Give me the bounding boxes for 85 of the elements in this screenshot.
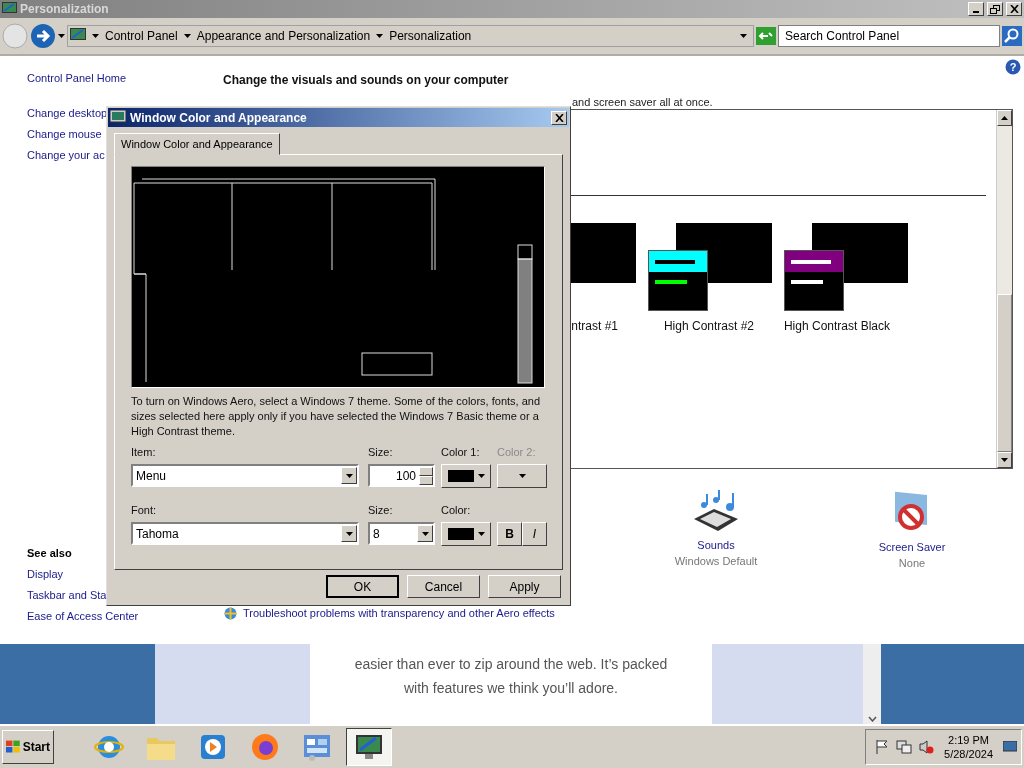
windows-flag-icon <box>6 740 21 754</box>
sidebar-link[interactable]: Control Panel Home <box>27 68 222 89</box>
scrollbar[interactable] <box>863 644 881 724</box>
field-label: Color 2: <box>497 446 537 460</box>
setting-value: None <box>898 557 926 569</box>
caret-icon <box>477 474 485 478</box>
setting-link[interactable]: Screen Saver <box>878 541 946 553</box>
field-label: Size: <box>368 504 394 518</box>
caret-icon <box>183 34 191 38</box>
close-button[interactable] <box>1006 2 1022 16</box>
theme-name[interactable]: High Contrast Black <box>783 319 890 333</box>
media-player-icon <box>199 733 227 761</box>
start-button[interactable]: Start <box>2 730 54 764</box>
dialog-button[interactable]: Cancel <box>407 575 480 598</box>
see-also-heading: See also <box>27 546 73 561</box>
breadcrumb[interactable]: Appearance and Personalization <box>196 29 371 43</box>
theme-preview[interactable] <box>648 223 772 313</box>
search-icon[interactable] <box>1002 26 1022 46</box>
troubleshoot-link[interactable]: Troubleshoot problems with transparency and other Aero effects <box>243 603 555 624</box>
field-label: Color: <box>441 504 472 518</box>
clock-time: 2:19 PM <box>948 733 989 747</box>
restore-icon <box>990 4 1000 14</box>
font-size-dropdown[interactable]: 8 <box>368 522 435 545</box>
personalization-icon <box>2 2 17 16</box>
clock-date: 5/28/2024 <box>944 747 993 761</box>
close-icon <box>1009 5 1019 13</box>
help-icon[interactable]: ? <box>1005 59 1021 75</box>
setting-value: Windows Default <box>674 555 758 567</box>
intro-text: and screen saver all at once. <box>572 96 714 108</box>
info-text: To turn on Windows Aero, select a Windows 7 theme. Some of the colors, fonts, and sizes selected here apply only if you have selected the Windows 7 Basic theme or a High Contrast theme. <box>131 394 542 439</box>
close-icon <box>554 113 564 122</box>
color-picker-button[interactable] <box>441 522 491 546</box>
restore-button[interactable] <box>987 2 1003 16</box>
tab[interactable]: Window Color and Appearance <box>114 133 280 155</box>
caret-icon <box>92 34 99 38</box>
display-icon <box>110 109 126 126</box>
taskbar-app[interactable] <box>346 728 392 766</box>
monitor-icon <box>354 732 384 762</box>
bold-button[interactable]: B <box>497 522 522 546</box>
history-caret-icon <box>58 34 65 38</box>
minimize-button[interactable] <box>968 2 984 16</box>
field-label: Item: <box>131 446 157 460</box>
see-also-link[interactable]: Ease of Access Center <box>27 606 222 627</box>
window-title: Personalization <box>20 2 110 16</box>
up-arrow-icon <box>1001 116 1008 120</box>
caret-icon <box>376 34 384 38</box>
control-panel-icon <box>302 732 332 762</box>
font-dropdown[interactable]: Tahoma <box>131 522 359 545</box>
muted-speaker-icon[interactable] <box>918 739 935 755</box>
field-label: Size: <box>368 446 394 460</box>
dialog-title: Window Color and Appearance <box>130 110 308 125</box>
dropdown-caret-icon <box>740 34 747 38</box>
theme-name[interactable]: High Contrast #2 <box>663 319 754 333</box>
caret-icon <box>345 531 353 536</box>
theme-preview[interactable] <box>784 223 908 313</box>
setting-link[interactable]: Sounds <box>697 539 735 551</box>
address-field[interactable]: Control Panel Appearance and Personalization Personalization <box>67 25 754 47</box>
dialog-button[interactable]: OK <box>326 575 399 598</box>
down-arrow-icon <box>1001 458 1008 462</box>
show-desktop-icon[interactable] <box>1003 741 1017 753</box>
caret-icon <box>477 532 485 536</box>
breadcrumb[interactable]: Control Panel <box>105 29 178 43</box>
page-text: with features we think you’ll adore. <box>404 679 618 698</box>
page-heading: Change the visuals and sounds on your computer <box>223 73 510 87</box>
page-text: easier than ever to zip around the web. It’s packed <box>354 655 668 674</box>
forward-button[interactable] <box>30 23 56 49</box>
caret-icon <box>421 531 429 536</box>
italic-button[interactable]: I <box>522 522 547 546</box>
caret-icon <box>518 474 526 478</box>
size-spinner[interactable]: 100 <box>368 464 435 487</box>
search-field[interactable]: Search Control Panel <box>778 25 1000 47</box>
item-dropdown[interactable]: Menu <box>131 464 359 487</box>
dialog-button[interactable]: Apply <box>488 575 561 598</box>
field-label: Color 1: <box>441 446 481 460</box>
scrollbar[interactable] <box>996 110 1012 468</box>
field-label: Font: <box>131 504 158 518</box>
caret-icon <box>345 473 353 478</box>
chevron-down-icon <box>867 716 877 722</box>
close-button[interactable] <box>551 110 567 125</box>
theme-name[interactable]: ntrast #1 <box>571 319 618 333</box>
fox-globe-icon <box>250 732 280 762</box>
network-icon[interactable] <box>896 739 913 755</box>
color-picker-button[interactable] <box>441 464 491 488</box>
breadcrumb[interactable]: Personalization <box>389 29 472 43</box>
refresh-button[interactable] <box>756 27 776 45</box>
